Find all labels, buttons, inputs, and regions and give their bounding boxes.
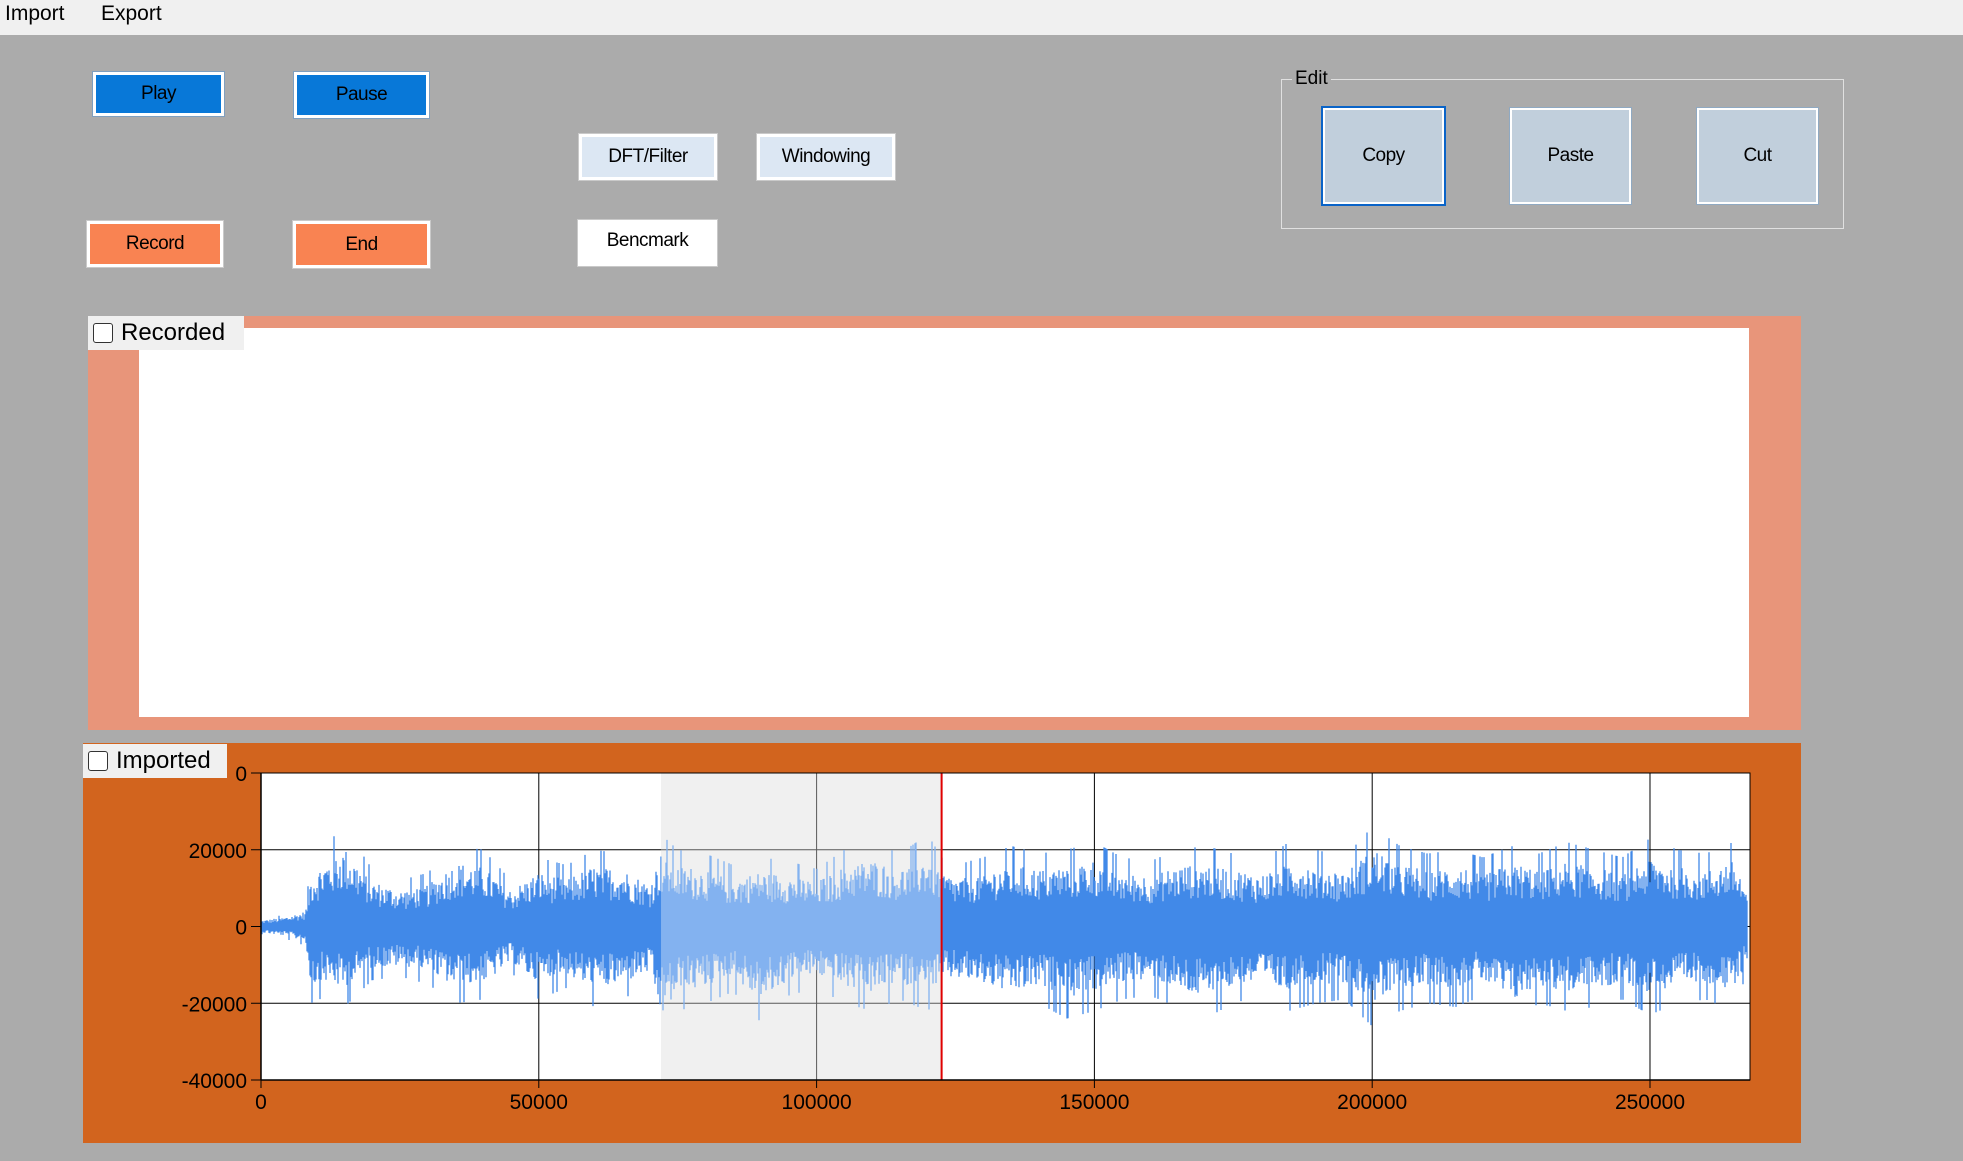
cut-button[interactable]: Cut <box>1696 107 1819 205</box>
recorded-waveform-area[interactable] <box>139 328 1749 717</box>
y-tick-label: 0 <box>235 763 247 786</box>
copy-button[interactable]: Copy <box>1321 106 1446 206</box>
x-tick-label: 100000 <box>782 1091 852 1114</box>
imported-checkbox[interactable]: Imported <box>83 744 227 778</box>
y-tick-label: -40000 <box>182 1070 247 1093</box>
y-tick-label: -20000 <box>182 993 247 1016</box>
x-tick-label: 250000 <box>1615 1091 1685 1114</box>
dft-filter-button[interactable]: DFT/Filter <box>578 133 718 181</box>
menu-import[interactable]: Import <box>5 0 65 35</box>
y-tick-label: 0 <box>235 917 247 940</box>
imported-checkbox-label: Imported <box>116 747 211 774</box>
recorded-checkbox[interactable]: Recorded <box>88 316 244 350</box>
recorded-panel <box>88 316 1801 730</box>
windowing-button[interactable]: Windowing <box>756 133 896 181</box>
paste-button[interactable]: Paste <box>1509 107 1632 205</box>
recorded-checkbox-label: Recorded <box>121 319 226 346</box>
menu-bar: Import Export <box>0 0 1963 35</box>
play-button[interactable]: Play <box>92 71 225 117</box>
recorded-checkbox-box[interactable] <box>93 323 113 343</box>
record-button[interactable]: Record <box>86 220 224 268</box>
imported-checkbox-box[interactable] <box>88 751 108 771</box>
end-button[interactable]: End <box>292 220 431 269</box>
selection-overlay <box>661 773 942 1080</box>
y-tick-label: 20000 <box>189 840 247 863</box>
pause-button[interactable]: Pause <box>293 71 430 119</box>
edit-group-title: Edit <box>1292 68 1331 90</box>
x-tick-label: 50000 <box>510 1091 568 1114</box>
imported-waveform-chart[interactable]: 0 50000 100000 150000 200000 2500000200000-20… <box>83 743 1801 1143</box>
x-tick-label: 150000 <box>1059 1091 1129 1114</box>
x-tick-label: 0 <box>255 1091 267 1114</box>
benchmark-button[interactable]: Bencmark <box>577 219 718 267</box>
imported-panel: 0 50000 100000 150000 200000 250000 0 20000 0 -20… <box>83 743 1801 1143</box>
x-tick-label: 200000 <box>1337 1091 1407 1114</box>
menu-export[interactable]: Export <box>101 0 162 35</box>
